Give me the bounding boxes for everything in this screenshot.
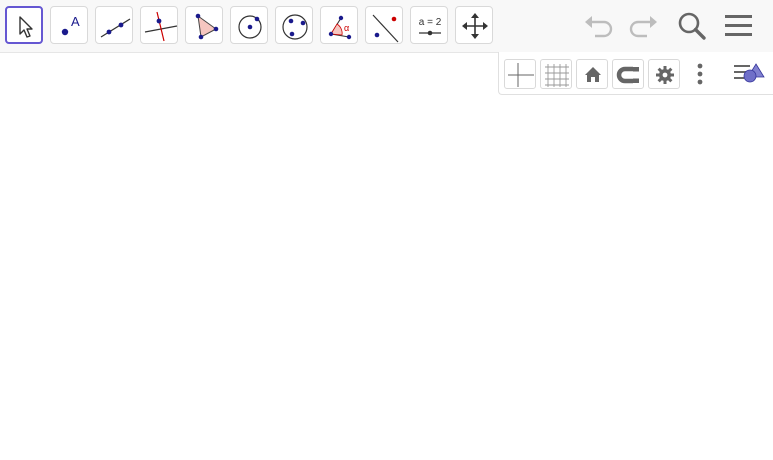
tool-point[interactable]: A: [50, 6, 88, 44]
redo-button[interactable]: [626, 8, 662, 44]
cursor-arrow-icon: [19, 16, 33, 38]
style-bar-toggle-icon: [734, 63, 765, 83]
settings-button[interactable]: [648, 59, 680, 89]
home-icon: [585, 67, 601, 82]
tool-slider[interactable]: a = 2: [410, 6, 448, 44]
reflect-about-line-icon: [372, 14, 399, 43]
line-through-two-points-icon: [100, 18, 131, 38]
standard-view-button[interactable]: [576, 59, 608, 89]
axes-toggle-button[interactable]: [504, 59, 536, 89]
toggle-style-bar-button[interactable]: [731, 59, 767, 89]
perpendicular-line-icon: [144, 11, 178, 42]
undo-icon: [585, 16, 613, 38]
search-button[interactable]: [674, 8, 710, 44]
axes-icon: [508, 63, 534, 87]
menu-button[interactable]: [721, 8, 757, 44]
tool-circle-three-points[interactable]: [275, 6, 313, 44]
search-icon: [678, 12, 706, 40]
circle-three-points-icon: [282, 14, 308, 40]
move-graphics-view-icon: [462, 13, 488, 39]
tool-move-graphics-view[interactable]: [455, 6, 493, 44]
more-options-button[interactable]: [689, 59, 709, 89]
gear-icon: [656, 66, 674, 84]
more-vertical-icon: [697, 63, 703, 85]
tool-move[interactable]: [5, 6, 43, 44]
tool-angle-label: α: [344, 23, 349, 33]
polygon-icon: [195, 13, 219, 40]
tool-slider-label: a = 2: [419, 17, 442, 28]
angle-icon: α: [328, 15, 352, 40]
tool-angle[interactable]: α: [320, 6, 358, 44]
graphics-style-bar: [498, 52, 773, 95]
graphics-view-canvas[interactable]: [0, 53, 773, 460]
tool-perpendicular-line[interactable]: [140, 6, 178, 44]
tool-point-label: A: [71, 14, 80, 29]
point-capturing-button[interactable]: [612, 59, 644, 89]
tool-reflect-about-line[interactable]: [365, 6, 403, 44]
tool-circle-center-point[interactable]: [230, 6, 268, 44]
point-icon: A: [61, 14, 80, 36]
redo-icon: [629, 16, 657, 38]
grid-icon: [545, 64, 569, 87]
undo-button[interactable]: [580, 8, 616, 44]
menu-icon: [725, 15, 752, 36]
slider-icon: a = 2: [419, 17, 442, 36]
circle-center-point-icon: [238, 15, 262, 39]
tool-line[interactable]: [95, 6, 133, 44]
point-capturing-icon: [616, 66, 639, 84]
toolbar: A α a = 2: [0, 0, 773, 53]
grid-toggle-button[interactable]: [540, 59, 572, 89]
tool-polygon[interactable]: [185, 6, 223, 44]
